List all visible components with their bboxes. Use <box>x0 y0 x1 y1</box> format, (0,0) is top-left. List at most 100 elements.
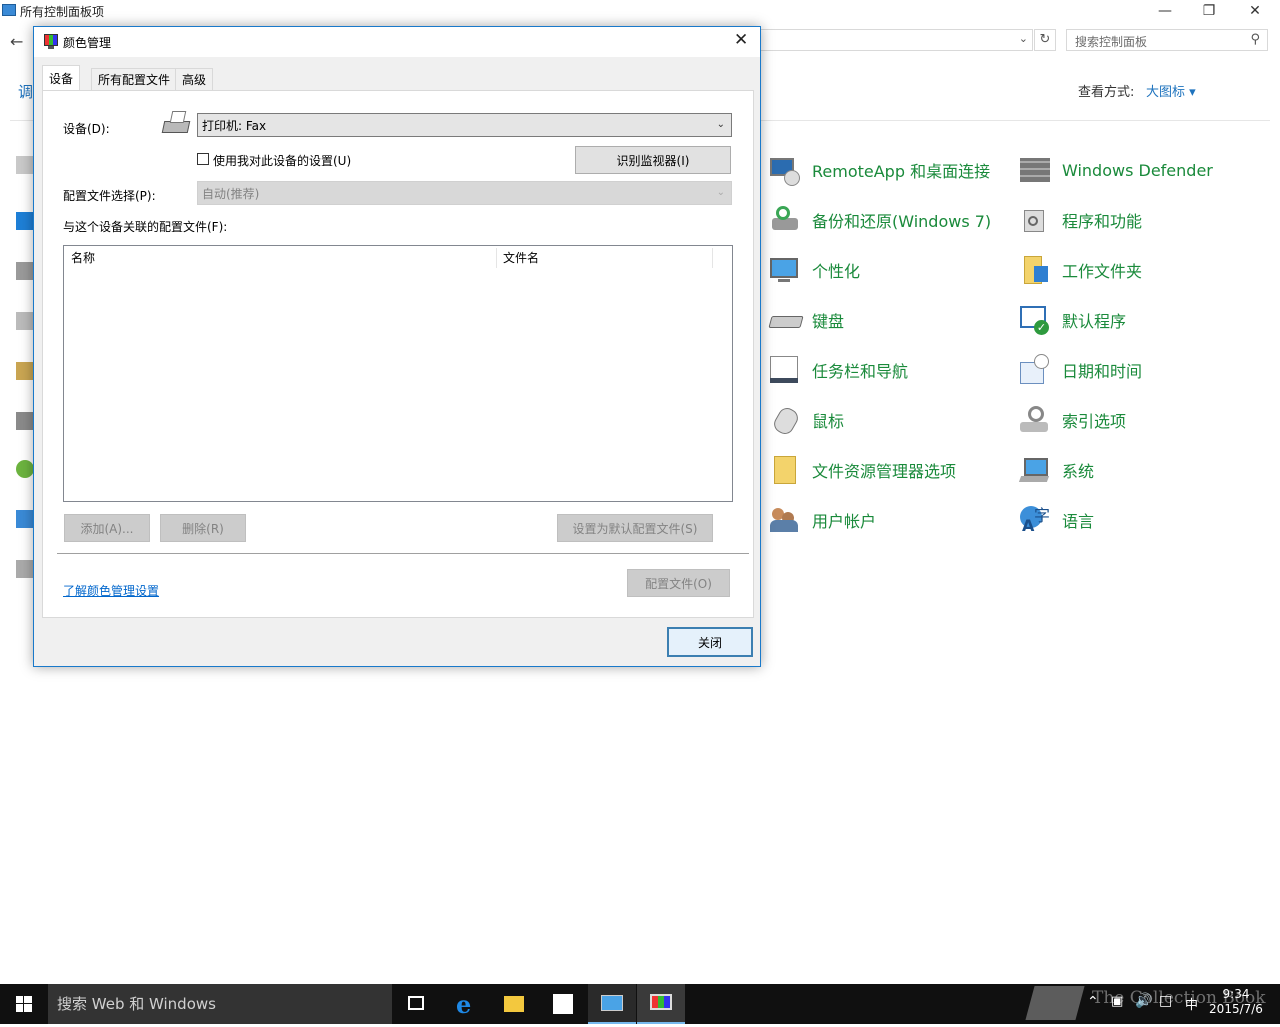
learn-color-management-link[interactable]: 了解颜色管理设置 <box>63 582 159 599</box>
task-view-button[interactable] <box>392 984 440 1024</box>
volume-icon[interactable]: 🔊 <box>1135 993 1152 1009</box>
device-dropdown[interactable]: 打印机: Fax ⌄ <box>197 113 732 137</box>
clock-time: 9:34 <box>1222 987 1250 1001</box>
cp-item-system[interactable]: 系统 <box>1018 454 1213 486</box>
taskbar-icon <box>768 354 802 386</box>
edge-button[interactable]: e <box>442 984 490 1024</box>
cp-item-programs[interactable]: 程序和功能 <box>1018 204 1213 236</box>
book-watermark-icon <box>1025 986 1085 1020</box>
cp-item-backup[interactable]: 备份和还原(Windows 7) <box>768 204 991 236</box>
cp-item-work-folders[interactable]: 工作文件夹 <box>1018 254 1213 286</box>
network-icon[interactable]: ▣ <box>1111 994 1123 1009</box>
clock[interactable]: 9:34 2015/7/6 <box>1205 987 1267 1017</box>
add-button[interactable]: 添加(A)... <box>64 514 150 542</box>
personalization-icon <box>768 254 802 286</box>
cp-item-folder-options[interactable]: 文件资源管理器选项 <box>768 454 991 486</box>
chevron-down-icon: ⌄ <box>716 187 725 198</box>
cp-item-mouse[interactable]: 鼠标 <box>768 404 991 438</box>
cp-item-label: 程序和功能 <box>1062 212 1143 231</box>
hidden-item-icon <box>16 262 34 280</box>
action-center-icon[interactable]: □ <box>1159 993 1172 1009</box>
hidden-item-icon <box>16 510 34 528</box>
cp-item-personalization[interactable]: 个性化 <box>768 254 991 286</box>
tab-devices[interactable]: 设备 <box>42 65 81 91</box>
folder-icon <box>504 996 524 1012</box>
cp-item-user-accounts[interactable]: 用户帐户 <box>768 504 991 536</box>
minimize-button[interactable]: — <box>1142 0 1188 22</box>
cp-item-label: 文件资源管理器选项 <box>812 462 957 481</box>
profiles-list[interactable]: 名称 文件名 <box>63 245 733 502</box>
remove-button[interactable]: 删除(R) <box>160 514 246 542</box>
column-header-filename[interactable]: 文件名 <box>503 246 539 270</box>
hidden-item-icon <box>16 460 34 478</box>
back-arrow-icon[interactable]: ← <box>10 32 23 51</box>
search-placeholder: 搜索控制面板 <box>1075 35 1148 49</box>
color-management-taskbar-button[interactable] <box>637 984 685 1024</box>
device-dropdown-value: 打印机: Fax <box>202 119 267 133</box>
dialog-close-icon[interactable]: ✕ <box>734 30 748 50</box>
address-dropdown-icon[interactable]: ⌄ <box>1019 32 1028 45</box>
profile-select-dropdown[interactable]: 自动(推荐) ⌄ <box>197 181 732 205</box>
view-by-label: 查看方式: <box>1078 85 1135 100</box>
set-default-profile-button[interactable]: 设置为默认配置文件(S) <box>557 514 713 542</box>
taskbar-search-input[interactable]: 搜索 Web 和 Windows <box>48 984 392 1024</box>
maximize-button[interactable]: ❐ <box>1186 0 1232 22</box>
cp-item-language[interactable]: A 字 语言 <box>1018 504 1213 536</box>
cp-item-date-time[interactable]: 日期和时间 <box>1018 354 1213 386</box>
control-panel-column-2: Windows Defender 程序和功能 工作文件夹 ✓ 默认程序 日期和时… <box>1018 154 1213 536</box>
device-label: 设备(D): <box>63 122 110 136</box>
divider <box>57 553 749 554</box>
cp-item-keyboard[interactable]: 键盘 <box>768 304 991 336</box>
cp-item-label: 鼠标 <box>812 412 845 431</box>
control-panel-taskbar-button[interactable] <box>588 984 636 1024</box>
store-button[interactable] <box>539 984 587 1024</box>
file-explorer-button[interactable] <box>490 984 538 1024</box>
tab-all-profiles[interactable]: 所有配置文件 <box>91 68 178 90</box>
profile-select-value: 自动(推荐) <box>202 187 260 201</box>
address-bar[interactable]: ⌄ <box>755 29 1033 51</box>
left-heading-partial: 调 <box>18 83 34 101</box>
cp-item-label: 个性化 <box>812 262 861 281</box>
search-icon[interactable]: ⚲ <box>1250 32 1260 47</box>
close-window-button[interactable]: ✕ <box>1232 0 1278 22</box>
monitor-icon <box>650 994 672 1010</box>
hidden-item-icon <box>16 362 34 380</box>
column-separator <box>496 248 497 268</box>
view-by-dropdown[interactable]: 大图标 ▾ <box>1146 81 1196 100</box>
hidden-item-icon <box>16 560 34 578</box>
cp-item-label: 用户帐户 <box>812 512 877 531</box>
cp-item-defender[interactable]: Windows Defender <box>1018 154 1213 186</box>
folder-options-icon <box>768 454 802 486</box>
tab-advanced[interactable]: 高级 <box>175 68 214 90</box>
cp-item-indexing[interactable]: 索引选项 <box>1018 404 1213 436</box>
store-icon <box>553 994 573 1014</box>
refresh-icon[interactable]: ↻ <box>1034 29 1056 51</box>
date-time-icon <box>1018 354 1052 386</box>
task-view-icon <box>408 996 424 1010</box>
start-button[interactable] <box>0 984 48 1024</box>
column-header-name[interactable]: 名称 <box>71 246 95 270</box>
close-button[interactable]: 关闭 <box>667 627 753 657</box>
defender-icon <box>1018 154 1052 186</box>
programs-icon <box>1018 204 1052 236</box>
edge-icon: e <box>456 990 472 1019</box>
hidden-item-icon <box>16 412 34 430</box>
cp-item-label: 备份和还原(Windows 7) <box>812 212 992 231</box>
profile-select-label: 配置文件选择(P): <box>63 189 156 203</box>
identify-monitors-button[interactable]: 识别监视器(I) <box>575 146 731 174</box>
dialog-titlebar: 颜色管理 ✕ <box>34 27 760 57</box>
associated-profiles-label: 与这个设备关联的配置文件(F): <box>63 220 228 234</box>
cp-item-label: 语言 <box>1062 512 1095 531</box>
clock-date: 2015/7/6 <box>1209 1002 1263 1016</box>
ime-indicator[interactable]: 中 <box>1185 994 1198 1013</box>
search-input[interactable]: 搜索控制面板 ⚲ <box>1066 29 1268 51</box>
cp-item-remoteapp[interactable]: RemoteApp 和桌面连接 <box>768 154 991 186</box>
show-hidden-icons[interactable]: ⌃ <box>1087 994 1099 1010</box>
cp-item-default-programs[interactable]: ✓ 默认程序 <box>1018 304 1213 336</box>
profiles-button[interactable]: 配置文件(O) <box>627 569 730 597</box>
use-settings-checkbox[interactable] <box>197 153 209 165</box>
cp-item-label: 日期和时间 <box>1062 362 1143 381</box>
control-panel-column-1: RemoteApp 和桌面连接 备份和还原(Windows 7) 个性化 键盘 … <box>768 154 991 536</box>
cp-item-taskbar[interactable]: 任务栏和导航 <box>768 354 991 386</box>
hidden-item-icon <box>16 212 34 230</box>
